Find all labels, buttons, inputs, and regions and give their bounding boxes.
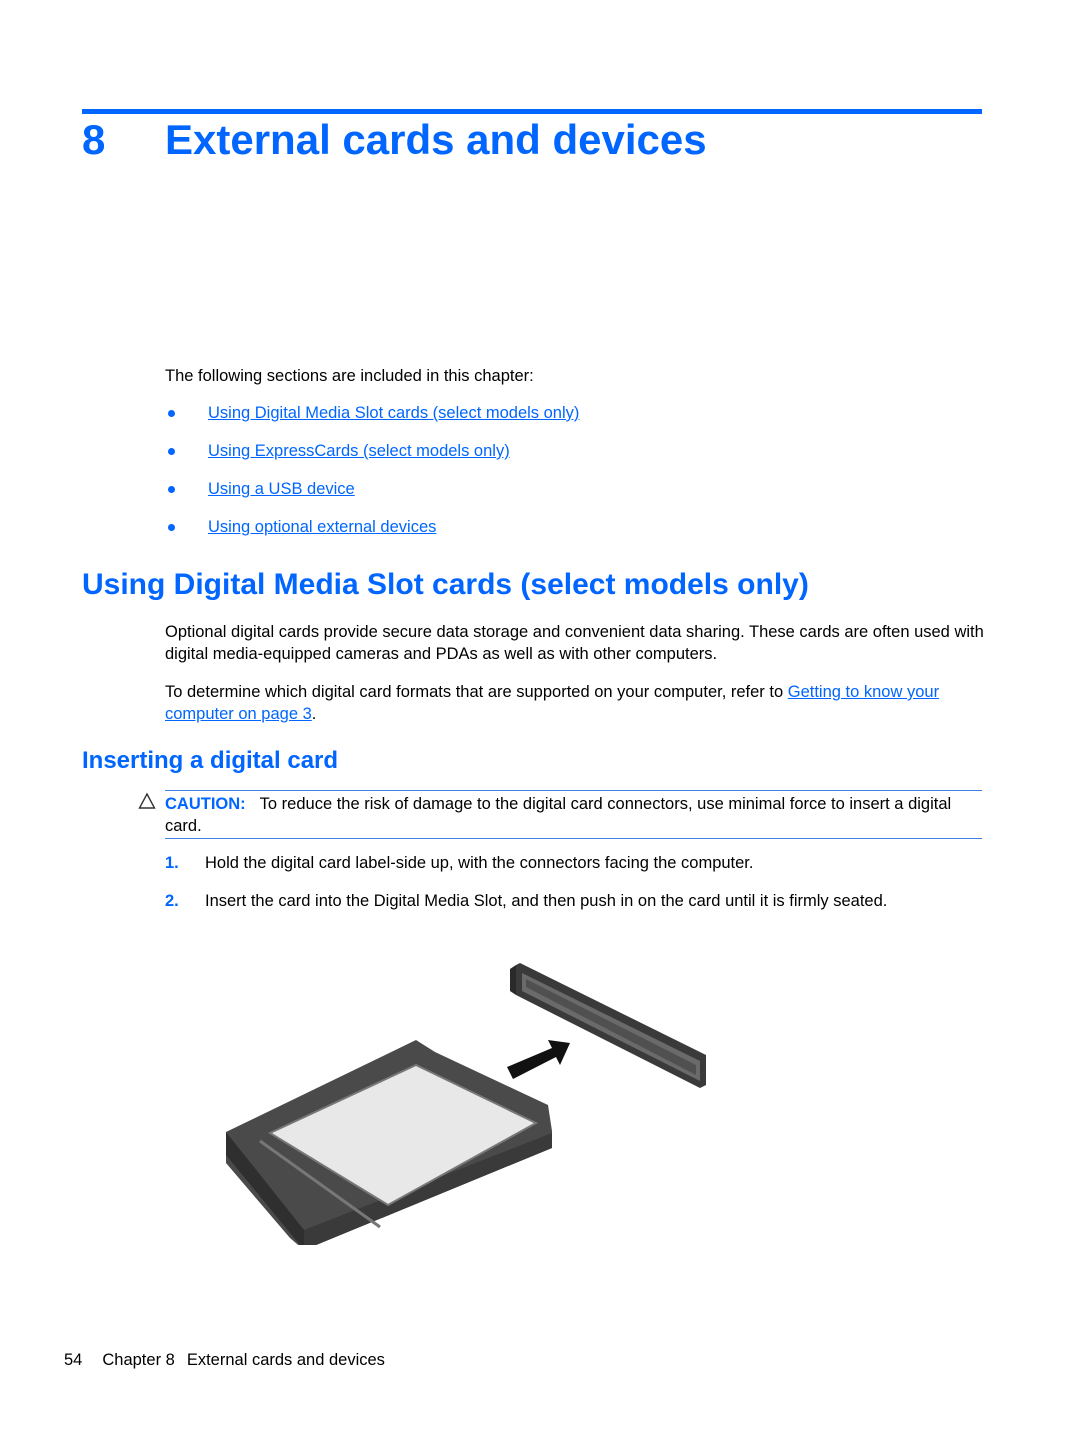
- page-footer: 54 Chapter 8 External cards and devices: [64, 1351, 385, 1370]
- link-usb-device[interactable]: Using a USB device: [208, 478, 355, 500]
- card-slot-icon: [510, 963, 706, 1088]
- sd-card-insert-illustration: [226, 963, 706, 1245]
- sd-card-icon: [226, 1040, 552, 1245]
- section-paragraph-reference: To determine which digital card formats …: [165, 681, 985, 725]
- page-number: 54: [64, 1351, 83, 1369]
- list-item: Using a USB device: [165, 478, 579, 516]
- list-item: Using Digital Media Slot cards (select m…: [165, 402, 579, 440]
- step-text: Insert the card into the Digital Media S…: [205, 892, 888, 910]
- footer-chapter-title: External cards and devices: [186, 1351, 385, 1369]
- caution-notice: CAUTION: To reduce the risk of damage to …: [165, 790, 982, 839]
- caution-text: To reduce the risk of damage to the digi…: [165, 795, 952, 835]
- steps-list: 1. Hold the digital card label-side up, …: [165, 852, 887, 928]
- chapter-contents-list: Using Digital Media Slot cards (select m…: [165, 402, 579, 554]
- section-paragraph: Optional digital cards provide secure da…: [165, 623, 984, 663]
- step-number: 1.: [165, 854, 179, 872]
- reference-prefix: To determine which digital card formats …: [165, 683, 788, 701]
- step-item: 1. Hold the digital card label-side up, …: [165, 852, 887, 890]
- link-expresscards[interactable]: Using ExpressCards (select models only): [208, 440, 510, 462]
- step-number: 2.: [165, 892, 179, 910]
- intro-text: The following sections are included in t…: [165, 367, 534, 385]
- chapter-rule: [82, 109, 982, 114]
- chapter-title: External cards and devices: [165, 116, 707, 163]
- caution-label: CAUTION:: [165, 795, 246, 813]
- bullet-icon: [168, 410, 175, 417]
- bullet-icon: [168, 524, 175, 531]
- list-item: Using ExpressCards (select models only): [165, 440, 579, 478]
- bullet-icon: [168, 448, 175, 455]
- section-heading: Using Digital Media Slot cards (select m…: [82, 568, 809, 601]
- list-item: Using optional external devices: [165, 516, 579, 554]
- step-text: Hold the digital card label-side up, wit…: [205, 854, 754, 872]
- footer-chapter-label: Chapter 8: [102, 1351, 175, 1369]
- insert-arrow-icon: [507, 1040, 570, 1079]
- reference-suffix: .: [311, 705, 317, 723]
- subsection-heading: Inserting a digital card: [82, 747, 339, 774]
- chapter-number: 8: [82, 116, 106, 163]
- link-digital-media-slot[interactable]: Using Digital Media Slot cards (select m…: [208, 402, 579, 424]
- warning-triangle-icon: [138, 792, 156, 809]
- link-optional-external-devices[interactable]: Using optional external devices: [208, 516, 436, 538]
- bullet-icon: [168, 486, 175, 493]
- step-item: 2. Insert the card into the Digital Medi…: [165, 890, 887, 928]
